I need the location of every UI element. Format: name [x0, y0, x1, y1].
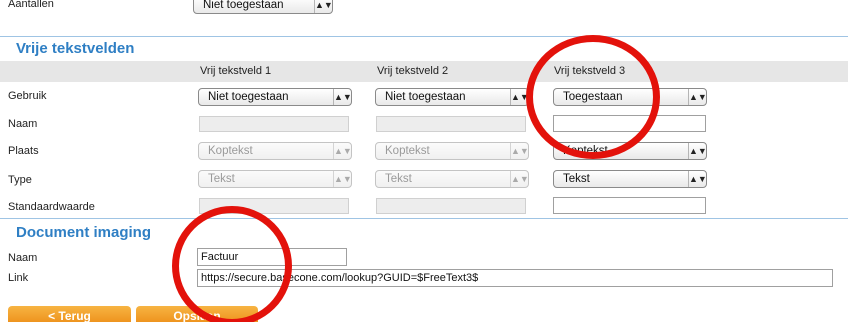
gebruik-select-1-value: Niet toegestaan [208, 91, 289, 103]
select-arrows-icon: ▲▼ [688, 171, 707, 187]
select-arrows-icon: ▲▼ [333, 143, 352, 159]
plaats-select-3-value: Koptekst [563, 145, 608, 157]
gebruik-select-1[interactable]: Niet toegestaan ▲▼ [198, 88, 352, 106]
select-arrows-icon: ▲▼ [510, 171, 529, 187]
gebruik-select-3-value: Toegestaan [563, 91, 623, 103]
plaats-select-1[interactable]: Koptekst ▲▼ [198, 142, 352, 160]
select-arrows-icon: ▲▼ [333, 89, 352, 105]
select-arrows-icon: ▲▼ [688, 143, 707, 159]
standaard-field-3[interactable] [553, 197, 706, 214]
naam-field-3[interactable] [553, 115, 706, 132]
column-header-1: Vrij tekstveld 1 [200, 65, 272, 77]
aantallen-select-value: Niet toegestaan [203, 0, 284, 11]
gebruik-select-3[interactable]: Toegestaan ▲▼ [553, 88, 707, 106]
section-document-imaging: Document imaging [0, 219, 848, 243]
standaard-field-1[interactable] [199, 198, 349, 214]
plaats-select-2-value: Koptekst [385, 145, 430, 157]
type-select-2-value: Tekst [385, 173, 412, 185]
plaats-select-3[interactable]: Koptekst ▲▼ [553, 142, 707, 160]
di-naam-field[interactable]: Factuur [197, 248, 347, 266]
select-arrows-icon: ▲▼ [510, 89, 529, 105]
di-link-label: Link [8, 272, 29, 284]
di-link-field[interactable]: https://secure.basecone.com/lookup?GUID=… [197, 269, 833, 287]
type-select-1-value: Tekst [208, 173, 235, 185]
select-arrows-icon: ▲▼ [314, 0, 333, 13]
section-title-free-text: Vrije tekstvelden [16, 40, 135, 57]
plaats-label: Plaats [8, 145, 39, 157]
plaats-select-1-value: Koptekst [208, 145, 253, 157]
plaats-select-2[interactable]: Koptekst ▲▼ [375, 142, 529, 160]
naam-field-2[interactable] [376, 116, 526, 132]
section-title-document-imaging: Document imaging [16, 224, 152, 241]
di-naam-label: Naam [8, 252, 38, 264]
standaardwaarde-label: Standaardwaarde [8, 201, 95, 213]
standaard-field-2[interactable] [376, 198, 526, 214]
naam-label: Naam [8, 118, 38, 130]
save-button[interactable]: Opslaan [136, 306, 258, 322]
naam-field-1[interactable] [199, 116, 349, 132]
section-free-text: Vrije tekstvelden [0, 37, 848, 61]
type-select-3[interactable]: Tekst ▲▼ [553, 170, 707, 188]
column-header-3: Vrij tekstveld 3 [554, 65, 626, 77]
type-select-3-value: Tekst [563, 173, 590, 185]
aantallen-select[interactable]: Niet toegestaan ▲▼ [193, 0, 333, 14]
type-select-2[interactable]: Tekst ▲▼ [375, 170, 529, 188]
type-label: Type [8, 174, 32, 186]
select-arrows-icon: ▲▼ [333, 171, 352, 187]
back-button[interactable]: < Terug [8, 306, 131, 322]
gebruik-label: Gebruik [8, 90, 47, 102]
select-arrows-icon: ▲▼ [510, 143, 529, 159]
type-select-1[interactable]: Tekst ▲▼ [198, 170, 352, 188]
select-arrows-icon: ▲▼ [688, 89, 707, 105]
column-header-2: Vrij tekstveld 2 [377, 65, 449, 77]
gebruik-select-2[interactable]: Niet toegestaan ▲▼ [375, 88, 529, 106]
aantallen-label: Aantallen [8, 0, 54, 10]
gebruik-select-2-value: Niet toegestaan [385, 91, 466, 103]
column-header-row: Vrij tekstveld 1 Vrij tekstveld 2 Vrij t… [0, 61, 848, 82]
